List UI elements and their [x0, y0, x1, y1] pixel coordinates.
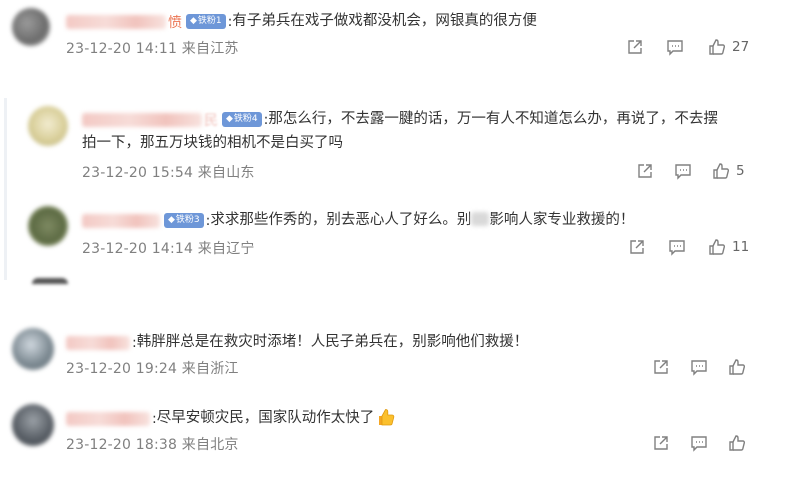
like-button[interactable] — [728, 434, 746, 452]
diamond-icon: ◆ — [190, 16, 197, 26]
fan-badge[interactable]: ◆ 铁粉4 — [222, 112, 262, 127]
next-reply-avatar-edge — [32, 278, 68, 284]
like-icon — [713, 163, 730, 179]
avatar[interactable] — [12, 404, 54, 446]
fan-badge[interactable]: ◆ 铁粉1 — [186, 14, 226, 29]
comment-meta: 23-12-20 14:14 来自辽宁 — [82, 241, 255, 257]
share-button[interactable] — [652, 358, 670, 376]
avatar[interactable] — [12, 8, 50, 46]
comment-icon — [691, 436, 707, 452]
comment-button[interactable] — [668, 238, 686, 256]
comment-text: 韩胖胖总是在救灾时添堵！人民子弟兵在，别影响他们救援！ — [136, 334, 529, 350]
share-button[interactable] — [626, 38, 644, 56]
diamond-icon: ◆ — [226, 114, 233, 124]
share-button[interactable] — [652, 434, 670, 452]
avatar[interactable] — [28, 106, 68, 146]
avatar[interactable] — [28, 206, 68, 246]
comment-text: 尽早安顿灾民，国家队动作太快了 — [156, 410, 375, 426]
share-icon — [654, 436, 668, 450]
diamond-icon: ◆ — [168, 215, 175, 225]
share-icon — [638, 164, 652, 178]
username-tail[interactable]: 愤 — [168, 12, 182, 32]
like-button[interactable] — [728, 358, 746, 376]
username[interactable] — [66, 14, 166, 29]
comment-text-line2: 拍一下，那五万块钱的相机不是白买了吗 — [82, 135, 343, 151]
like-icon — [709, 39, 726, 55]
comment-icon — [675, 164, 691, 180]
username[interactable] — [66, 335, 130, 350]
comment-icon — [667, 40, 683, 56]
like-button[interactable]: 11 — [708, 238, 749, 256]
like-count: 11 — [732, 239, 750, 255]
comment-button[interactable] — [690, 358, 708, 376]
fan-badge-label: 铁粉3 — [175, 215, 200, 225]
comment-button[interactable] — [666, 38, 684, 56]
share-icon — [630, 240, 644, 254]
comment-text: 求求那些作秀的，别去恶心人了好么。别 影响人家专业救援的！ — [210, 208, 634, 233]
share-icon — [654, 360, 668, 374]
like-button[interactable]: 27 — [708, 38, 749, 56]
like-icon — [729, 435, 746, 451]
username[interactable] — [82, 213, 160, 228]
redacted-text — [471, 212, 490, 226]
reply-indent-bar — [4, 98, 7, 280]
comment-meta: 23-12-20 15:54 来自山东 — [82, 165, 255, 181]
comment-text-line1: 那怎么行，不去露一腱的话，万一有人不知道怎么办，再说了，不去摆 — [268, 111, 718, 127]
share-button[interactable] — [636, 162, 654, 180]
like-icon — [709, 239, 726, 255]
share-icon — [628, 40, 642, 54]
avatar[interactable] — [12, 328, 54, 370]
comment-text: 有子弟兵在戏子做戏都没机会，网银真的很方便 — [232, 13, 537, 29]
comment-text-part-a: 求求那些作秀的，别去恶心人了好么。别 — [210, 212, 472, 228]
like-icon — [729, 359, 746, 375]
fan-badge[interactable]: ◆ 铁粉3 — [164, 213, 204, 228]
like-count: 27 — [732, 39, 750, 55]
comment-icon — [669, 240, 685, 256]
fan-badge-label: 铁粉1 — [197, 16, 222, 26]
comment-icon — [691, 360, 707, 376]
share-button[interactable] — [628, 238, 646, 256]
comment-text-part-b: 影响人家专业救援的！ — [489, 212, 635, 228]
comment-meta: 23-12-20 18:38 来自北京 — [66, 437, 239, 453]
like-button[interactable]: 5 — [712, 162, 745, 180]
username-tail[interactable]: 民 — [204, 110, 218, 130]
username[interactable] — [66, 411, 150, 426]
fan-badge-label: 铁粉4 — [233, 114, 258, 124]
comment-button[interactable] — [690, 434, 708, 452]
comment-button[interactable] — [674, 162, 692, 180]
username[interactable] — [82, 112, 202, 127]
comment-meta: 23-12-20 14:11 来自江苏 — [66, 41, 239, 57]
comment-meta: 23-12-20 19:24 来自浙江 — [66, 361, 239, 377]
like-count: 5 — [736, 163, 745, 179]
thumbs-up-emoji — [376, 407, 396, 431]
